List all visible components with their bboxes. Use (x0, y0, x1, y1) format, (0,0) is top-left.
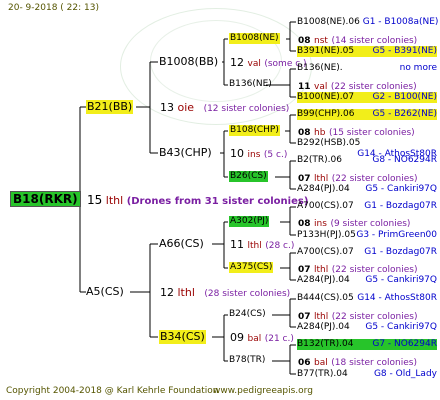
node-b78tr-note: (18 sister colonies) (331, 358, 417, 368)
node-b1008ne: B1008(NE) (229, 33, 280, 44)
node-b78tr: B78(TR) (229, 355, 266, 365)
root-note: (Drones from 31 sister colonies) (126, 196, 309, 207)
node-a5cs-breed: lthl (177, 286, 195, 299)
node-b21bb-breed: oie (177, 101, 195, 114)
node-b108chp-note: (15 sister colonies) (328, 128, 415, 138)
node-a66cs-info: 11 lthl (28 c.) (230, 238, 294, 252)
node-a375cs-gen: 07 (298, 265, 311, 275)
node-b43chp-gen: 10 (230, 147, 244, 160)
node-b78tr-gen: 06 (298, 358, 311, 368)
node-a66cs: A66(CS) (159, 237, 204, 250)
node-a302pj-info: 08 ins (9 sister colonies) (298, 217, 410, 230)
node-b108chp-breed: hb (314, 128, 326, 138)
node-a375cs-breed: lthl (314, 265, 329, 275)
node-b1008bb-gen: 12 (230, 56, 244, 69)
ancestor-row: B2(TR).06 G8 - NO6294R (297, 155, 437, 165)
node-b43chp-info: 10 ins (5 c.) (230, 147, 287, 161)
node-b34cs-info: 09 bal (21 c.) (230, 331, 294, 345)
ancestor-row: B391(NE).05 G5 - B391(NE) (297, 46, 437, 57)
ancestor-row: B1008(NE).06 G1 - B1008a(NE) (297, 17, 439, 27)
node-b1008ne-note: (14 sister colonies) (331, 36, 418, 46)
node-b34cs-gen: 09 (230, 331, 244, 344)
node-b43chp-note: (5 c.) (263, 150, 288, 160)
node-b21bb-gen: 13 (160, 101, 174, 114)
node-b34cs: B34(CS) (159, 330, 206, 344)
node-b136ne-note: (22 sister colonies) (330, 82, 417, 92)
copyright-text: Copyright 2004-2018 @ Karl Kehrle Founda… (6, 386, 219, 396)
node-b136ne-gen: 11 (298, 82, 311, 92)
root-node-id: B18(RKR) (10, 191, 81, 207)
node-a302pj-note: (9 sister colonies) (330, 219, 411, 229)
node-b43chp-breed: ins (247, 150, 261, 160)
root-breed: lthl (105, 194, 124, 207)
ancestor-row: B100(NE).07 G2 - B100(NE) (297, 92, 437, 103)
node-b1008bb-info: 12 val (some c.) (230, 56, 307, 70)
ancestor-row: A700(CS).07 G1 - Bozdag07R (297, 247, 437, 257)
node-a375cs-note: (22 sister colonies) (331, 265, 418, 275)
ancestor-row: A700(CS).07 G1 - Bozdag07R (297, 201, 437, 211)
root-gen: 15 (87, 193, 103, 207)
node-b26cs-note: (22 sister colonies) (331, 174, 418, 184)
node-b34cs-note: (21 c.) (264, 334, 294, 344)
node-a66cs-breed: lthl (247, 241, 262, 251)
node-b34cs-breed: bal (247, 334, 262, 344)
node-b78tr-breed: bal (314, 358, 328, 368)
node-a375cs: A375(CS) (229, 262, 274, 273)
node-b24cs-gen: 07 (298, 312, 311, 322)
node-b136ne-breed: val (314, 82, 328, 92)
ancestor-row: A284(PJ).04 G5 - Cankiri97Q (297, 322, 437, 332)
node-b136ne: B136(NE) (229, 79, 272, 89)
node-b21bb: B21(BB) (86, 100, 134, 114)
ancestor-row: B99(CHP).06 G5 - B262(NE) (297, 109, 437, 120)
node-a5cs: A5(CS) (86, 285, 124, 298)
node-b1008ne-breed: nst (314, 36, 328, 46)
node-a5cs-info: 12 lthl (28 sister colonies) (160, 286, 290, 300)
ancestor-row: P133H(PJ).05 G3 - PrimGreen00 (297, 230, 437, 240)
node-b78tr-info: 06 bal (18 sister colonies) (298, 356, 417, 369)
node-a302pj: A302(PJ) (229, 216, 270, 227)
node-b26cs: B26(CS) (229, 171, 268, 182)
node-a5cs-gen: 12 (160, 286, 174, 299)
ancestor-row: B136(NE). no more (297, 63, 437, 73)
node-b1008bb: B1008(BB) (159, 55, 219, 68)
ancestor-row: B444(CS).05 G14 - AthosSt80R (297, 293, 437, 303)
node-b108chp: B108(CHP) (229, 125, 280, 136)
node-b21bb-note: (12 sister colonies) (203, 104, 290, 114)
node-b108chp-gen: 08 (298, 128, 311, 138)
node-a5cs-note: (28 sister colonies) (204, 289, 291, 299)
node-b26cs-breed: lthl (314, 174, 329, 184)
ancestor-row: B77(TR).04 G8 - Old_Lady (297, 369, 437, 379)
root-node-info: 15 lthl (Drones from 31 sister colonies) (87, 193, 308, 207)
timestamp: 20- 9-2018 ( 22: 13) (8, 3, 99, 13)
node-b1008ne-gen: 08 (298, 36, 311, 46)
site-link[interactable]: www.pedigreeapis.org (213, 386, 313, 397)
node-b24cs: B24(CS) (229, 309, 266, 319)
node-b1008bb-breed: val (247, 59, 261, 69)
node-b43chp: B43(CHP) (159, 146, 212, 159)
ancestor-row: A284(PJ).04 G5 - Cankiri97Q (297, 275, 437, 285)
ancestor-row: A284(PJ).04 G5 - Cankiri97Q (297, 184, 437, 194)
node-a302pj-breed: ins (314, 219, 327, 229)
node-a66cs-note: (28 c.) (265, 241, 295, 251)
node-b24cs-note: (22 sister colonies) (331, 312, 418, 322)
node-b21bb-info: 13 oie (12 sister colonies) (160, 101, 289, 115)
node-b26cs-gen: 07 (298, 174, 311, 184)
node-b24cs-breed: lthl (314, 312, 329, 322)
node-a66cs-gen: 11 (230, 238, 244, 251)
node-a302pj-gen: 08 (298, 219, 311, 229)
ancestor-row: B132(TR).04 G7 - NO6294R (297, 339, 437, 350)
